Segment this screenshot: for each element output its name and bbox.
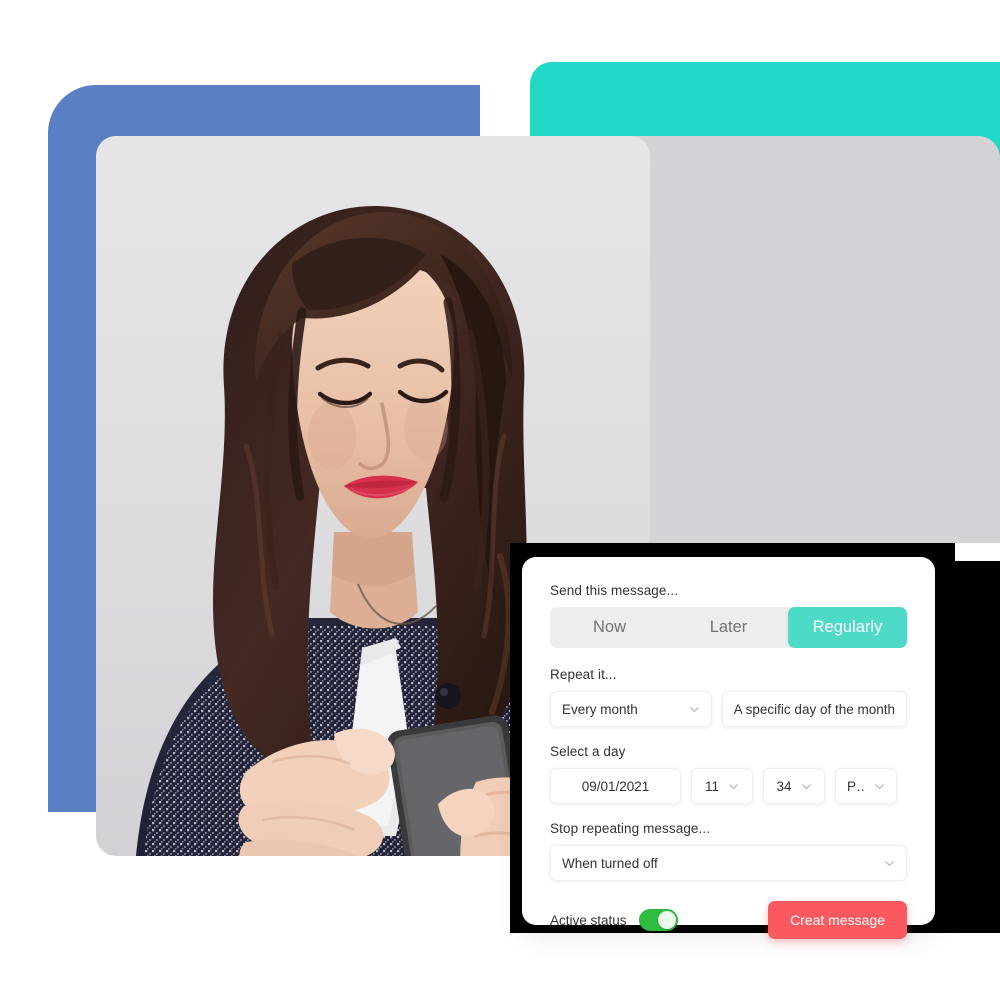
- meridiem-value: PM: [847, 778, 865, 794]
- date-input[interactable]: 09/01/2021: [550, 768, 681, 804]
- date-value: 09/01/2021: [581, 778, 650, 794]
- hour-value: 11: [704, 778, 719, 794]
- chevron-down-icon: [874, 781, 885, 792]
- create-message-button[interactable]: Creat message: [768, 901, 907, 939]
- stop-repeating-row: When turned off: [550, 845, 907, 881]
- segment-regularly[interactable]: Regularly: [788, 607, 907, 648]
- send-timing-segmented-control[interactable]: Now Later Regularly: [550, 607, 907, 648]
- repeat-it-label: Repeat it...: [550, 667, 617, 682]
- repeat-frequency-select[interactable]: Every month: [550, 691, 712, 727]
- decorative-black-notch: [955, 543, 1000, 561]
- repeat-mode-field[interactable]: A specific day of the month: [721, 691, 907, 727]
- active-status-label: Active status: [550, 912, 627, 928]
- chevron-down-icon: [884, 858, 895, 869]
- select-a-day-label: Select a day: [550, 744, 626, 759]
- stop-condition-value: When turned off: [562, 855, 658, 871]
- minute-value: 34: [776, 778, 792, 794]
- card-footer: Active status Creat message: [550, 901, 907, 939]
- repeat-row: Every month A specific day of the month: [550, 691, 907, 727]
- page-root: Send this message... Now Later Regularly…: [0, 0, 1000, 1000]
- segment-now[interactable]: Now: [550, 607, 669, 648]
- send-message-label: Send this message...: [550, 583, 679, 598]
- minute-select[interactable]: 34: [763, 768, 825, 804]
- repeat-frequency-value: Every month: [562, 701, 638, 717]
- toggle-knob: [657, 911, 676, 929]
- chevron-down-icon: [728, 781, 739, 792]
- meridiem-select[interactable]: PM: [835, 768, 897, 804]
- chevron-down-icon: [801, 781, 812, 792]
- schedule-message-card: Send this message... Now Later Regularly…: [522, 557, 935, 939]
- chevron-down-icon: [689, 704, 700, 715]
- repeat-mode-value: A specific day of the month: [733, 701, 895, 717]
- hour-select[interactable]: 11: [691, 768, 753, 804]
- segment-later[interactable]: Later: [669, 607, 788, 648]
- date-time-row: 09/01/2021 11 34 PM: [550, 768, 907, 804]
- stop-condition-select[interactable]: When turned off: [550, 845, 907, 881]
- active-status-toggle[interactable]: [638, 909, 678, 931]
- stop-repeating-label: Stop repeating message...: [550, 821, 711, 836]
